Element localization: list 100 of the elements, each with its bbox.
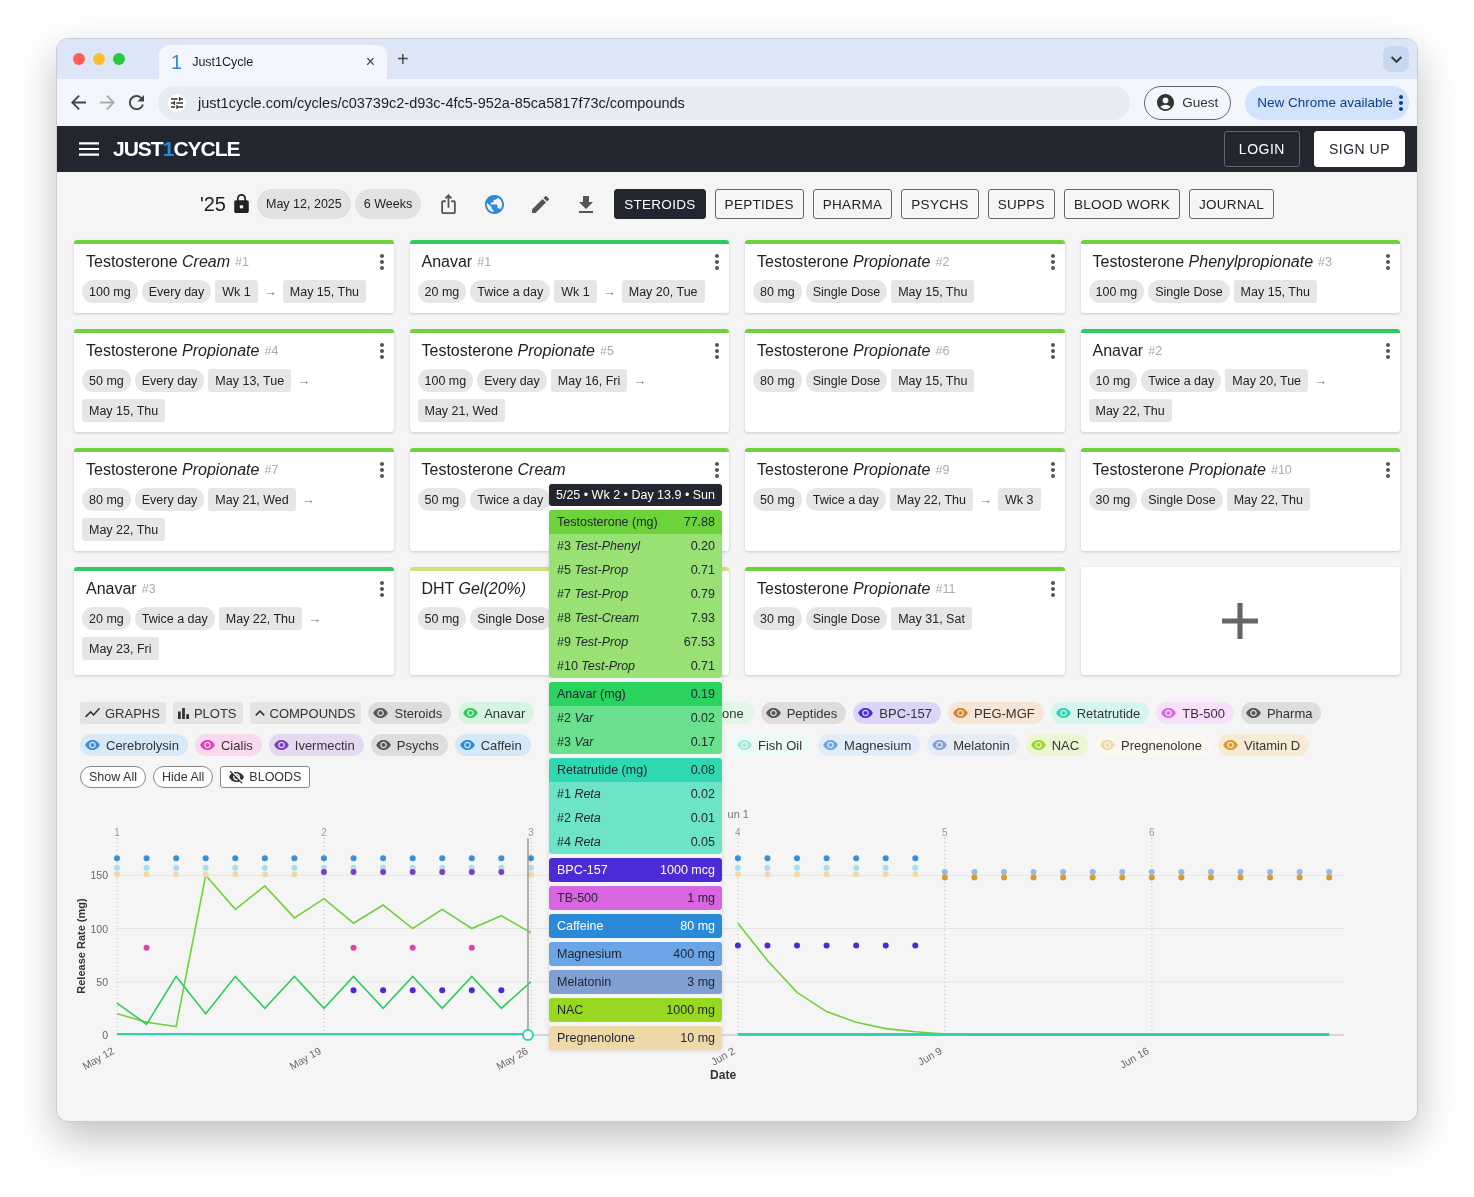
duration-chip[interactable]: 6 Weeks bbox=[354, 189, 422, 219]
filter-chip[interactable]: Steroids bbox=[368, 702, 452, 724]
more-options-button[interactable] bbox=[1050, 254, 1055, 270]
more-options-button[interactable] bbox=[379, 254, 384, 270]
tooltip-item: Pregnenolone 10 mg bbox=[549, 1026, 722, 1050]
x-axis-title: Date bbox=[710, 1068, 737, 1082]
frequency-tag: Every day bbox=[134, 369, 205, 392]
y-tick-label: 50 bbox=[96, 975, 108, 988]
more-options-button[interactable] bbox=[1050, 343, 1055, 359]
dose-tag: 50 mg bbox=[82, 369, 131, 392]
category-tab[interactable]: PSYCHS bbox=[901, 189, 979, 219]
more-options-button[interactable] bbox=[1050, 581, 1055, 597]
compound-name: Testosterone Propionate bbox=[757, 342, 931, 360]
filter-chip[interactable]: PEG-MGF bbox=[948, 702, 1044, 724]
compound-card[interactable]: Testosterone Propionate #2 80 mg Single Dose May 15, Thu bbox=[745, 240, 1065, 313]
update-button[interactable]: New Chrome available bbox=[1245, 85, 1409, 120]
dose-tag: 100 mg bbox=[82, 280, 138, 303]
back-button[interactable] bbox=[71, 95, 86, 110]
view-toggle-button[interactable]: PLOTS bbox=[172, 702, 243, 724]
filter-chip[interactable]: Peptides bbox=[760, 702, 847, 724]
reload-button[interactable] bbox=[129, 95, 144, 110]
filter-chip[interactable]: Pregnenolone bbox=[1095, 734, 1212, 756]
user-icon bbox=[1157, 94, 1175, 111]
compound-card[interactable]: Testosterone Propionate #5 100 mg Every day May 16, Fri → May 21, Wed bbox=[409, 329, 729, 432]
browser-tab[interactable]: 1 Just1Cycle × bbox=[159, 45, 387, 79]
new-tab-button[interactable]: + bbox=[397, 47, 409, 71]
more-icon bbox=[1050, 581, 1055, 597]
filter-chip[interactable]: BPC-157 bbox=[853, 702, 942, 724]
date-tag: May 15, Thu bbox=[1233, 280, 1317, 303]
more-options-button[interactable] bbox=[715, 254, 719, 270]
more-options-button[interactable] bbox=[379, 462, 384, 478]
address-field[interactable]: just1cycle.com/cycles/c03739c2-d93c-4fc5-952a-85ca5817f73c/compounds bbox=[158, 85, 1131, 120]
app-logo[interactable]: JUST1CYCLE bbox=[113, 137, 240, 161]
filter-chip[interactable]: Magnesium bbox=[818, 734, 921, 756]
category-tab[interactable]: JOURNAL bbox=[1188, 189, 1275, 219]
dose-tag: 50 mg bbox=[417, 607, 467, 630]
filter-chip[interactable]: Vitamin D bbox=[1218, 734, 1310, 756]
filter-action-button[interactable]: Show All bbox=[80, 766, 146, 788]
compound-number: #9 bbox=[935, 463, 950, 477]
filter-chip[interactable]: NAC bbox=[1025, 734, 1089, 756]
share-icon bbox=[440, 194, 456, 214]
more-options-button[interactable] bbox=[715, 343, 719, 359]
tooltip-row: #2 Reta 0.01 bbox=[549, 806, 722, 830]
filter-chip[interactable]: Psychs bbox=[370, 734, 448, 756]
more-options-button[interactable] bbox=[1386, 343, 1390, 359]
compound-card[interactable]: Anavar #1 20 mg Twice a day Wk 1 → May 20, Tue bbox=[409, 240, 729, 313]
sign-up-button[interactable]: SIGN UP bbox=[1313, 131, 1405, 167]
category-tab[interactable]: PHARMA bbox=[812, 189, 893, 219]
category-tab[interactable]: BLOOD WORK bbox=[1063, 189, 1180, 219]
category-tab[interactable]: STEROIDS bbox=[614, 189, 706, 219]
compound-card[interactable]: Anavar #3 20 mg Twice a day May 22, Thu → May 23, Fri bbox=[74, 567, 394, 675]
compound-card[interactable]: Testosterone Propionate #6 80 mg Single Dose May 15, Thu bbox=[745, 329, 1065, 432]
filter-chip[interactable]: Pharma bbox=[1240, 702, 1322, 724]
filter-chip-fragment[interactable]: one bbox=[722, 702, 754, 724]
filter-chip[interactable]: Melatonin bbox=[927, 734, 1019, 756]
start-date-chip[interactable]: May 12, 2025 bbox=[257, 189, 351, 219]
site-settings-button[interactable] bbox=[168, 93, 186, 112]
login-button[interactable]: LOGIN bbox=[1223, 131, 1300, 167]
compound-card[interactable]: Testosterone Propionate #10 30 mg Single Dose May 22, Thu bbox=[1080, 448, 1400, 551]
more-options-button[interactable] bbox=[1050, 462, 1055, 478]
more-options-button[interactable] bbox=[379, 343, 384, 359]
compound-card[interactable]: Testosterone Propionate #11 30 mg Single Dose May 31, Sat bbox=[745, 567, 1065, 675]
x-tick-label: May 26 bbox=[494, 1044, 530, 1072]
view-toggle-button[interactable]: COMPOUNDS bbox=[249, 702, 362, 724]
week-number-label: 6 bbox=[1149, 827, 1155, 838]
filter-chip[interactable]: Anavar bbox=[458, 702, 535, 724]
arrow-sign: → bbox=[1313, 373, 1329, 388]
filter-chip[interactable]: Cialis bbox=[195, 734, 262, 756]
compound-card[interactable]: Testosterone Cream #1 100 mg Every day Wk 1 → May 15, Thu bbox=[74, 240, 394, 313]
more-options-button[interactable] bbox=[1386, 462, 1390, 478]
category-tab[interactable]: PEPTIDES bbox=[714, 189, 804, 219]
tooltip-group-header: Anavar (mg) 0.19 bbox=[549, 682, 722, 706]
filter-chip[interactable]: Retatrutide bbox=[1050, 702, 1150, 724]
filter-chip[interactable]: Fish Oil bbox=[732, 734, 812, 756]
filter-chip[interactable]: TB-500 bbox=[1156, 702, 1234, 724]
view-toggle-button[interactable]: GRAPHS bbox=[80, 702, 166, 724]
compound-card[interactable]: Anavar #2 10 mg Twice a day May 20, Tue → May 22, Thu bbox=[1080, 329, 1400, 432]
frequency-tag: Twice a day bbox=[470, 280, 551, 303]
more-options-button[interactable] bbox=[715, 462, 719, 478]
compound-card[interactable]: Testosterone Phenylpropionate #3 100 mg Single Dose May 15, Thu bbox=[1080, 240, 1400, 313]
bloods-toggle-button[interactable]: BLOODS bbox=[220, 766, 311, 788]
compound-card[interactable]: Testosterone Propionate #7 80 mg Every day May 21, Wed → May 22, Thu bbox=[74, 448, 394, 551]
filter-chip[interactable]: Cerebrolysin bbox=[80, 734, 188, 756]
compound-number: #6 bbox=[935, 344, 950, 358]
filter-action-button[interactable]: Hide All bbox=[152, 766, 214, 788]
compound-card[interactable]: Testosterone Propionate #9 50 mg Twice a day May 22, Thu → Wk 3 bbox=[745, 448, 1065, 551]
compound-card[interactable]: Testosterone Propionate #4 50 mg Every day May 13, Tue → May 15, Thu bbox=[74, 329, 394, 432]
filter-chip[interactable]: Caffein bbox=[454, 734, 531, 756]
arrow-sign: → bbox=[978, 492, 994, 507]
more-options-button[interactable] bbox=[379, 581, 384, 597]
week-tag: Wk 1 bbox=[215, 280, 258, 303]
compound-name: Testosterone Propionate bbox=[86, 342, 260, 360]
tab-search-button[interactable] bbox=[1383, 46, 1409, 72]
lock-icon[interactable] bbox=[234, 194, 249, 214]
close-tab-button[interactable]: × bbox=[365, 53, 375, 71]
filter-chip[interactable]: Ivermectin bbox=[268, 734, 364, 756]
frequency-tag: Twice a day bbox=[134, 607, 215, 630]
menu-button[interactable] bbox=[79, 142, 99, 156]
category-tab[interactable]: SUPPS bbox=[987, 189, 1055, 219]
more-options-button[interactable] bbox=[1386, 254, 1390, 270]
